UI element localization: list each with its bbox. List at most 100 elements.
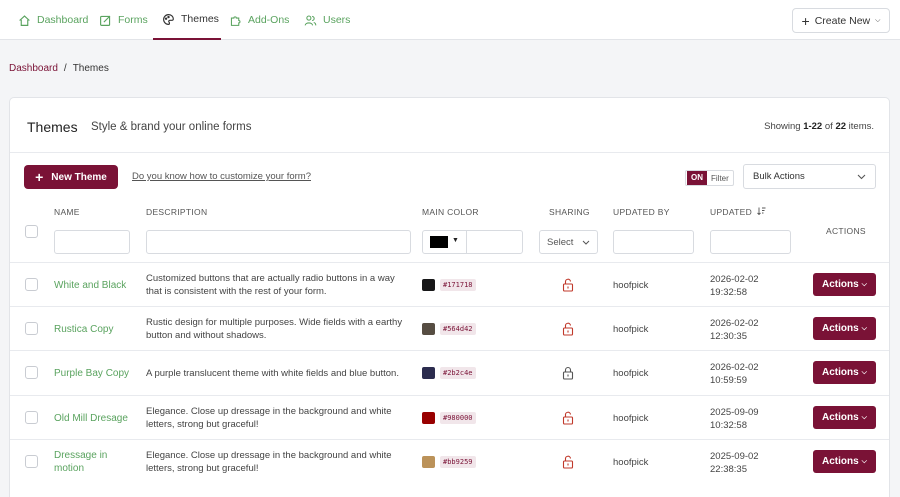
updated-time: 12:30:35 — [710, 331, 747, 342]
breadcrumb: Dashboard / Themes — [9, 63, 109, 74]
customize-help-link[interactable]: Do you know how to customize your form? — [132, 171, 311, 182]
showing-of: of — [824, 121, 833, 132]
updated-time: 22:38:35 — [710, 464, 747, 475]
main-color-swatch — [422, 412, 435, 424]
main-color-code: #171718 — [440, 279, 476, 291]
main-color-code: #bb9259 — [440, 456, 476, 468]
description-filter-input[interactable] — [146, 230, 411, 254]
row-actions-button[interactable]: Actions ⌵ — [813, 361, 876, 384]
chevron-down-icon: ⌵ — [861, 324, 867, 332]
home-icon — [19, 14, 30, 26]
updated-time: 10:32:58 — [710, 420, 747, 431]
sort-desc-icon — [756, 207, 766, 216]
nav-addons[interactable]: Add-Ons — [229, 0, 289, 40]
lock-open-icon[interactable] — [562, 322, 574, 336]
theme-name-link[interactable]: White and Black — [54, 263, 139, 307]
bulk-actions-label: Bulk Actions — [753, 171, 805, 182]
updated-time: 19:32:58 — [710, 287, 747, 298]
filter-toggle[interactable]: ON Filter — [685, 170, 734, 186]
lock-open-icon[interactable] — [562, 278, 574, 292]
lock-closed-icon[interactable] — [562, 366, 574, 380]
nav-forms[interactable]: Forms — [99, 0, 148, 40]
breadcrumb-dashboard[interactable]: Dashboard — [9, 63, 58, 74]
row-checkbox[interactable] — [25, 322, 38, 335]
color-filter-swatch[interactable] — [430, 236, 448, 248]
themes-card: Themes Style & brand your online forms S… — [9, 97, 890, 497]
updated-timestamp: 2025-09-02 22:38:35 — [710, 450, 759, 476]
showing-suffix: items. — [848, 121, 874, 132]
select-all-checkbox[interactable] — [25, 225, 38, 238]
row-checkbox[interactable] — [25, 278, 38, 291]
row-checkbox[interactable] — [25, 411, 38, 424]
row-actions-button[interactable]: Actions ⌵ — [813, 450, 876, 473]
row-actions-label: Actions — [822, 367, 859, 378]
updated-filter-input[interactable] — [710, 230, 791, 254]
chevron-down-icon: ⌵ — [861, 368, 867, 376]
sharing-filter-label: Select — [547, 236, 574, 248]
new-theme-label: New Theme — [51, 171, 107, 183]
updated-date: 2026-02-02 — [710, 318, 759, 329]
showing-range: 1-22 — [803, 121, 823, 132]
main-color-code: #564d42 — [440, 323, 476, 335]
breadcrumb-separator: / — [63, 63, 67, 74]
column-header-name[interactable]: NAME — [54, 207, 80, 217]
page-title: Themes — [27, 119, 78, 135]
theme-name-link[interactable]: Old Mill Dresage — [54, 396, 139, 440]
updated-timestamp: 2026-02-02 10:59:59 — [710, 361, 759, 387]
updated-by-filter-input[interactable] — [613, 230, 694, 254]
nav-users[interactable]: Users — [304, 0, 350, 40]
bulk-actions-select[interactable]: Bulk Actions — [743, 164, 876, 189]
theme-name-link[interactable]: Rustica Copy — [54, 307, 139, 351]
color-filter-divider — [466, 231, 467, 253]
row-actions-button[interactable]: Actions ⌵ — [813, 317, 876, 340]
column-header-updated-by[interactable]: UPDATED BY — [613, 207, 670, 217]
main-color-code: #980000 — [440, 412, 476, 424]
plus-icon: + — [801, 12, 810, 29]
nav-themes-label: Themes — [181, 13, 219, 25]
chevron-down-icon: ⌵ — [861, 413, 867, 421]
updated-by: hoofpick — [613, 324, 649, 335]
nav-themes[interactable]: Themes — [153, 0, 221, 40]
chevron-down-icon: ⌵ — [861, 457, 867, 465]
puzzle-icon — [230, 15, 241, 26]
create-new-button[interactable]: + Create New ⌵ — [792, 8, 890, 33]
updated-date: 2025-09-09 — [710, 407, 759, 418]
theme-description: Elegance. Close up dressage in the backg… — [146, 450, 392, 474]
updated-timestamp: 2025-09-09 10:32:58 — [710, 406, 759, 432]
lock-open-icon[interactable] — [562, 411, 574, 425]
nav-dashboard-label: Dashboard — [37, 14, 89, 26]
table-row: Dressage in motion Elegance. Close up dre… — [10, 439, 889, 484]
updated-date: 2026-02-02 — [710, 274, 759, 285]
column-header-updated[interactable]: UPDATED — [710, 207, 766, 217]
filter-label: Filter — [711, 173, 729, 183]
theme-description: Rustic design for multiple purposes. Wid… — [146, 317, 403, 341]
theme-name-link[interactable]: Purple Bay Copy — [54, 351, 139, 395]
column-header-sharing: SHARING — [549, 207, 590, 217]
row-actions-button[interactable]: Actions ⌵ — [813, 273, 876, 296]
name-filter-input[interactable] — [54, 230, 130, 254]
color-filter[interactable]: ▼ — [422, 230, 523, 254]
theme-name-link[interactable]: Dressage in motion — [54, 440, 139, 484]
main-color-swatch — [422, 456, 435, 468]
main-color-code: #2b2c4e — [440, 367, 476, 379]
table-row: Rustica Copy Rustic design for multiple p… — [10, 306, 889, 351]
theme-description: Elegance. Close up dressage in the backg… — [146, 406, 392, 430]
chevron-down-icon: ⌵ — [875, 16, 881, 24]
caret-down-icon[interactable]: ▼ — [452, 237, 459, 244]
chevron-down-icon — [857, 174, 866, 179]
updated-timestamp: 2026-02-02 12:30:35 — [710, 317, 759, 343]
row-actions-button[interactable]: Actions ⌵ — [813, 406, 876, 429]
updated-timestamp: 2026-02-02 19:32:58 — [710, 273, 759, 299]
updated-by: hoofpick — [613, 413, 649, 424]
chevron-down-icon: ⌵ — [861, 280, 867, 288]
column-header-description: DESCRIPTION — [146, 207, 208, 217]
row-checkbox[interactable] — [25, 366, 38, 379]
palette-icon — [163, 13, 174, 25]
breadcrumb-current: Themes — [72, 63, 109, 74]
lock-open-icon[interactable] — [562, 455, 574, 469]
sharing-filter-select[interactable]: Select — [539, 230, 598, 254]
new-theme-button[interactable]: + New Theme — [24, 165, 118, 189]
row-checkbox[interactable] — [25, 455, 38, 468]
nav-dashboard[interactable]: Dashboard — [18, 0, 88, 40]
users-icon — [304, 15, 317, 26]
